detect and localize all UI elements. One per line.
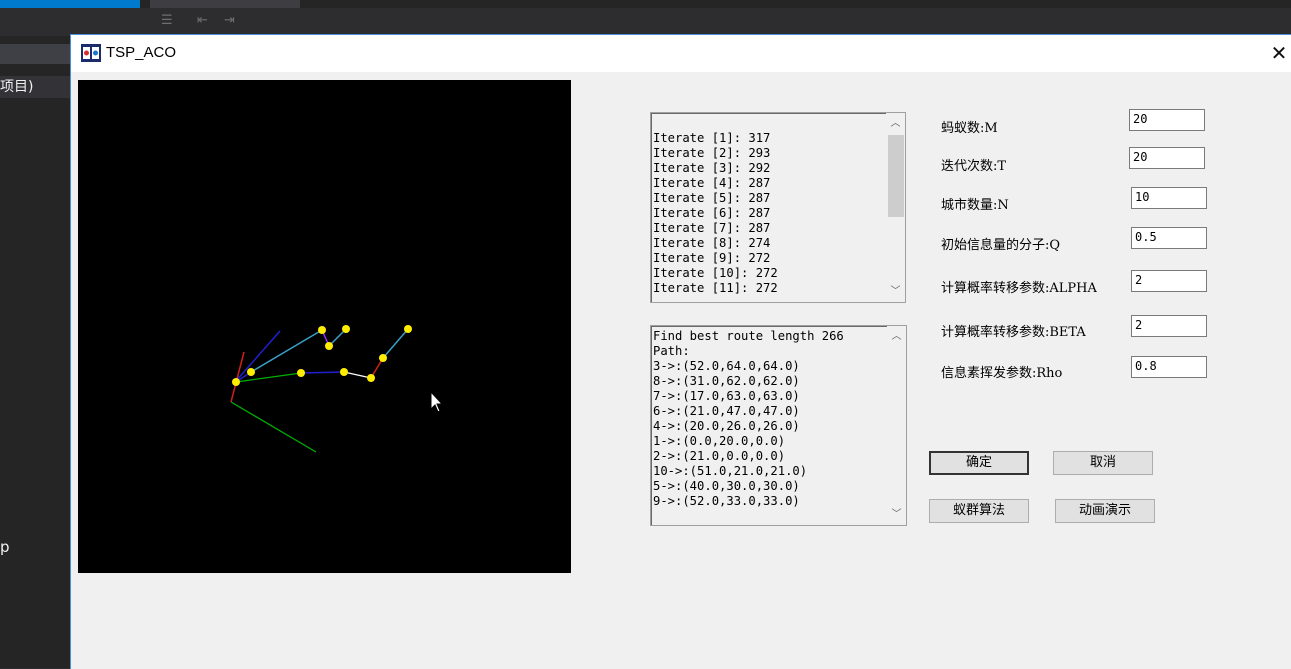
alpha-input[interactable]: 2 (1131, 270, 1207, 292)
animate-button[interactable]: 动画演示 (1055, 499, 1155, 523)
window-title: TSP_ACO (106, 44, 177, 61)
result-lines: Find best route length 266 Path: 3->:(52.0… (653, 329, 844, 509)
ide-tab[interactable] (150, 0, 300, 8)
iteration-line: Iterate [6]: 287 (653, 206, 771, 220)
route-edge (343, 371, 372, 379)
city-node (232, 378, 240, 386)
ide-toolbar: ☰ ⇤ ⇥ (0, 0, 1291, 36)
iteration-line: Iterate [7]: 287 (653, 221, 771, 235)
render-canvas[interactable] (78, 80, 571, 573)
route-edge (235, 372, 302, 383)
aco-algorithm-button[interactable]: 蚁群算法 (929, 499, 1029, 523)
city-node (404, 325, 412, 333)
iteration-line: Iterate [9]: 272 (653, 251, 771, 265)
route-plot (230, 325, 412, 453)
iteration-line: Iterate [4]: 287 (653, 176, 771, 190)
scroll-thumb[interactable] (888, 135, 904, 217)
iteration-scrollbar[interactable]: ︿ ﹀ (886, 113, 905, 302)
route-edge (382, 328, 409, 359)
axis-x (230, 401, 317, 453)
mouse-cursor-icon (430, 391, 444, 413)
result-line: 8->:(31.0,62.0,62.0) (653, 374, 800, 388)
cities-label: 城市数量:N (941, 198, 1009, 213)
ide-sidebar: 项目) p (0, 36, 70, 668)
app-icon (81, 44, 101, 62)
close-icon: ✕ (1270, 41, 1288, 65)
ide-sidebar-item[interactable]: 项目) (0, 76, 70, 98)
result-line: 2->:(21.0,0.0,0.0) (653, 449, 786, 463)
ide-sidebar-text: p (0, 538, 10, 556)
close-button[interactable]: ✕ (1266, 35, 1291, 72)
result-line: 4->:(20.0,26.0,26.0) (653, 419, 800, 433)
ide-tab-active[interactable] (0, 0, 140, 8)
result-line: 7->:(17.0,63.0,63.0) (653, 389, 800, 403)
iteration-line: Iterate [1]: 317 (653, 131, 771, 145)
ide-sidebar-header (0, 44, 70, 64)
iteration-lines: Iterate [1]: 317 Iterate [2]: 293 Iterate … (653, 131, 778, 296)
alpha-label: 计算概率转移参数:ALPHA (941, 281, 1097, 296)
result-line: 3->:(52.0,64.0,64.0) (653, 359, 800, 373)
result-scrollbar[interactable]: ︿ ﹀ (887, 326, 906, 525)
ide-indent-icon[interactable]: ⇥ (224, 13, 240, 29)
scroll-down-icon[interactable]: ﹀ (886, 283, 905, 300)
beta-input[interactable]: 2 (1131, 315, 1207, 337)
iteration-line: Iterate [3]: 292 (653, 161, 771, 175)
ants-input[interactable]: 20 (1129, 109, 1205, 131)
q-input[interactable]: 0.5 (1131, 227, 1207, 249)
city-node (342, 325, 350, 333)
iteration-line: Iterate [5]: 287 (653, 191, 771, 205)
city-node (247, 368, 255, 376)
cities-input[interactable]: 10 (1131, 187, 1207, 209)
city-node (325, 342, 333, 350)
result-output[interactable]: Find best route length 266 Path: 3->:(52.0… (650, 325, 907, 526)
iterations-label: 迭代次数:T (941, 159, 1007, 174)
result-line: 6->:(21.0,47.0,47.0) (653, 404, 800, 418)
title-bar[interactable]: TSP_ACO ✕ (71, 35, 1291, 72)
iteration-line: Iterate [10]: 272 (653, 266, 778, 280)
result-line: Path: (653, 344, 690, 358)
beta-label: 计算概率转移参数:BETA (941, 325, 1086, 340)
scroll-up-icon[interactable]: ︿ (886, 115, 905, 132)
rho-input[interactable]: 0.8 (1131, 356, 1207, 378)
scroll-down-icon[interactable]: ﹀ (887, 506, 906, 523)
ide-list-icon[interactable]: ☰ (161, 13, 177, 29)
result-line: 9->:(52.0,33.0,33.0) (653, 494, 800, 508)
iteration-line: Iterate [8]: 274 (653, 236, 771, 250)
iteration-line: Iterate [2]: 293 (653, 146, 771, 160)
cancel-button[interactable]: 取消 (1053, 451, 1153, 475)
result-line: 10->:(51.0,21.0,21.0) (653, 464, 808, 478)
result-line: Find best route length 266 (653, 329, 844, 343)
iteration-line: Iterate [11]: 272 (653, 281, 778, 295)
axis-y (230, 351, 245, 403)
scroll-up-icon[interactable]: ︿ (887, 328, 906, 345)
result-line: 1->:(0.0,20.0,0.0) (653, 434, 786, 448)
route-edge (300, 371, 345, 374)
rho-label: 信息素挥发参数:Rho (941, 366, 1063, 381)
iteration-log[interactable]: Iterate [1]: 317 Iterate [2]: 293 Iterate … (650, 112, 906, 303)
city-node (340, 368, 348, 376)
city-node (367, 374, 375, 382)
city-node (379, 354, 387, 362)
result-line: 5->:(40.0,30.0,30.0) (653, 479, 800, 493)
tsp-aco-dialog: TSP_ACO ✕ Iterate [1]: 317 Iterate [2]: … (70, 34, 1291, 669)
q-label: 初始信息量的分子:Q (941, 238, 1061, 253)
ok-button[interactable]: 确定 (929, 451, 1029, 475)
city-node (297, 369, 305, 377)
ide-outdent-icon[interactable]: ⇤ (197, 13, 213, 29)
ants-label: 蚂蚁数:M (941, 121, 998, 136)
axis-z (234, 330, 281, 383)
city-node (318, 326, 326, 334)
iterations-input[interactable]: 20 (1129, 147, 1205, 169)
